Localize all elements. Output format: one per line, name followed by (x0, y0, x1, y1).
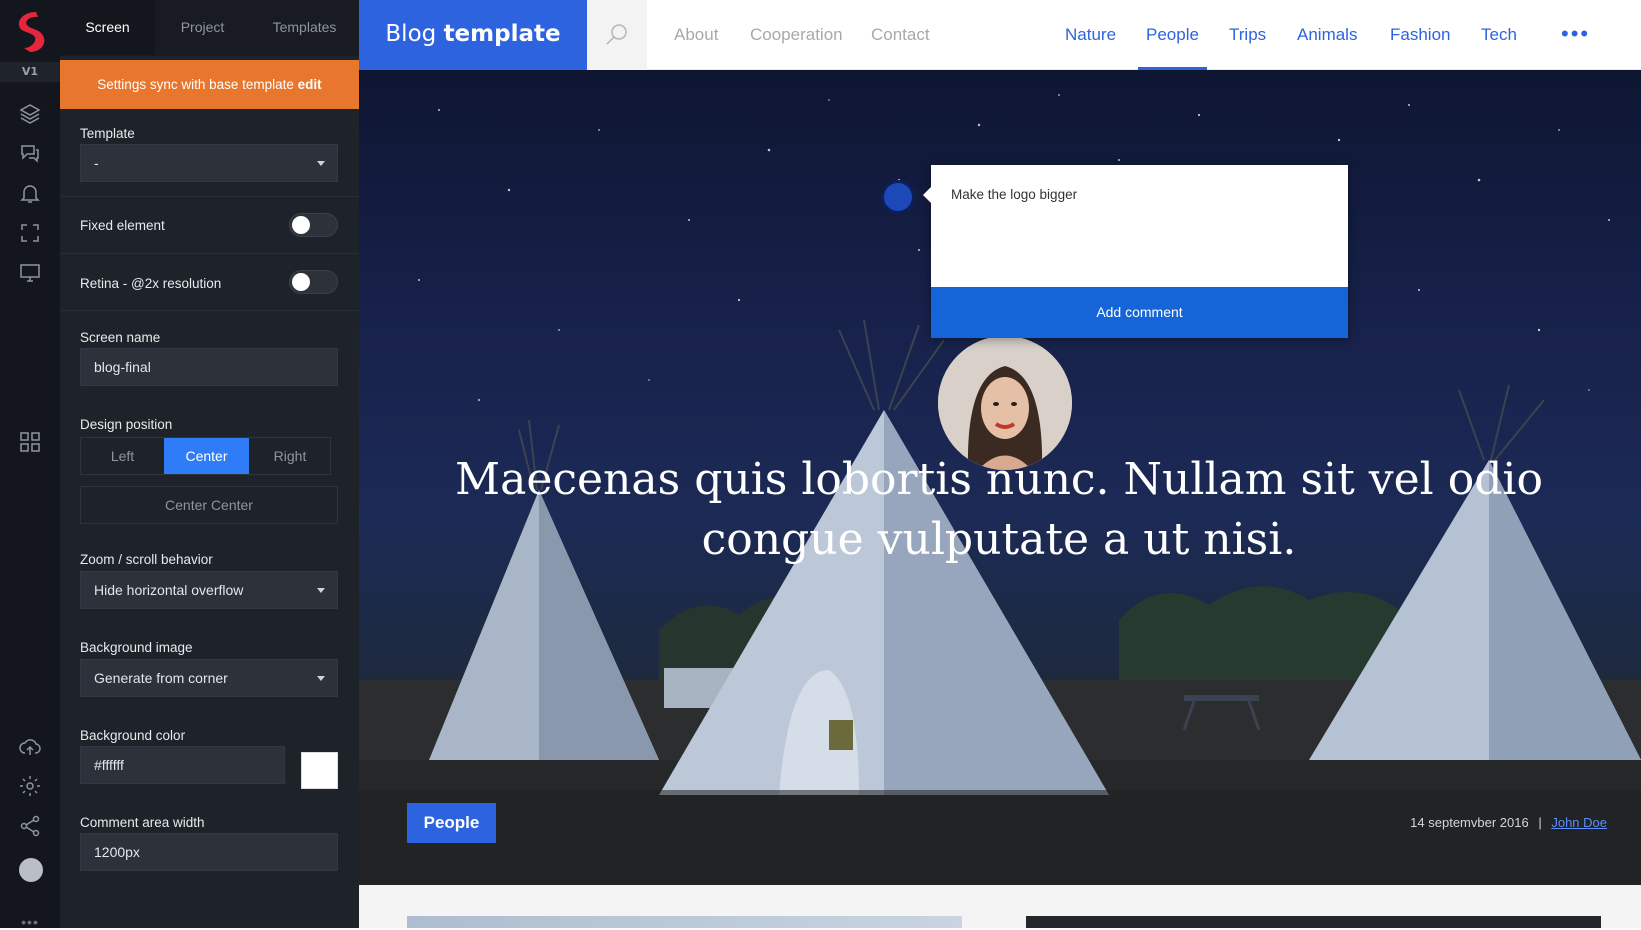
nav-trips[interactable]: Trips (1229, 0, 1266, 70)
sync-notice: Settings sync with base template edit (60, 60, 359, 109)
nav-people[interactable]: People (1138, 0, 1207, 70)
nav-cooperation[interactable]: Cooperation (750, 0, 843, 70)
hero-headline: Maecenas quis lobortis nunc. Nullam sit … (455, 454, 1543, 565)
position-left-button[interactable]: Left (81, 438, 164, 474)
tab-templates[interactable]: Templates (250, 0, 359, 55)
comment-pin[interactable] (881, 180, 915, 214)
design-canvas: Blog template About Cooperation Contact … (359, 0, 1641, 928)
version-badge: V1 (0, 62, 60, 82)
retina-label: Retina - @2x resolution (80, 276, 222, 291)
zoom-select[interactable]: Hide horizontal overflow (80, 571, 338, 609)
layers-icon[interactable] (18, 102, 42, 126)
comment-width-input[interactable]: 1200px (80, 833, 338, 871)
position-center-button[interactable]: Center (164, 438, 249, 474)
settings-icon[interactable] (18, 774, 42, 798)
screen-name-input[interactable]: blog-final (80, 348, 338, 386)
nav-contact[interactable]: Contact (871, 0, 930, 70)
post-meta: 14 septemvber 2016 | John Doe (1410, 815, 1607, 830)
chevron-down-icon (317, 676, 325, 681)
nav-animals[interactable]: Animals (1297, 0, 1357, 70)
monitor-icon[interactable] (18, 260, 42, 284)
background-image-select[interactable]: Generate from corner (80, 659, 338, 697)
brand-bold: template (443, 21, 561, 47)
site-brand[interactable]: Blog template (359, 0, 587, 70)
background-image-select-value: Generate from corner (94, 670, 228, 686)
divider (60, 196, 359, 197)
author-link[interactable]: John Doe (1551, 815, 1607, 830)
post-thumbnail[interactable] (407, 916, 962, 928)
nav-about[interactable]: About (674, 0, 718, 70)
nav-nature[interactable]: Nature (1065, 0, 1116, 70)
meta-separator: | (1538, 815, 1542, 830)
template-label: Template (80, 126, 135, 141)
divider (60, 253, 359, 254)
site-search-button[interactable] (587, 0, 647, 70)
nav-fashion[interactable]: Fashion (1390, 0, 1450, 70)
fixed-element-label: Fixed element (80, 218, 165, 233)
template-select-value: - (94, 155, 99, 171)
site-navbar: Blog template About Cooperation Contact … (359, 0, 1641, 70)
search-icon (606, 24, 627, 45)
nav-more-button[interactable]: ••• (1561, 23, 1590, 45)
screen-settings-panel: Screen Project Templates Settings sync w… (60, 0, 359, 928)
center-center-button[interactable]: Center Center (80, 486, 338, 524)
comment-width-label: Comment area width (80, 815, 205, 830)
comments-icon[interactable] (18, 141, 42, 165)
template-select[interactable]: - (80, 144, 338, 182)
background-color-input[interactable]: #ffffff (80, 746, 285, 784)
chevron-down-icon (317, 161, 325, 166)
screen-name-label: Screen name (80, 330, 161, 345)
zoom-select-value: Hide horizontal overflow (94, 582, 244, 598)
sync-notice-text: Settings sync with base template (97, 77, 294, 92)
category-tag[interactable]: People (407, 803, 496, 843)
bell-icon[interactable] (18, 181, 42, 205)
grid-icon[interactable] (18, 430, 42, 454)
comment-textarea[interactable]: Make the logo bigger (931, 165, 1348, 287)
tab-screen[interactable]: Screen (60, 0, 155, 55)
panel-tabs: Screen Project Templates (60, 0, 359, 56)
fixed-element-toggle[interactable] (289, 213, 338, 237)
comment-popup: Make the logo bigger Add comment (923, 165, 1348, 338)
color-swatch[interactable] (301, 752, 338, 789)
position-right-button[interactable]: Right (249, 438, 331, 474)
add-comment-button[interactable]: Add comment (931, 287, 1348, 338)
user-avatar[interactable] (19, 858, 43, 882)
sync-edit-link[interactable]: edit (298, 77, 322, 92)
brand-light: Blog (385, 21, 437, 47)
background-image-label: Background image (80, 640, 193, 655)
post-date: 14 septemvber 2016 (1410, 815, 1529, 830)
share-icon[interactable] (18, 814, 42, 838)
fullscreen-icon[interactable] (18, 221, 42, 245)
post-thumbnail[interactable] (1026, 916, 1601, 928)
divider (60, 310, 359, 311)
design-position-label: Design position (80, 417, 173, 432)
background-color-label: Background color (80, 728, 186, 743)
cloud-upload-icon[interactable] (18, 735, 42, 759)
chevron-down-icon (317, 588, 325, 593)
nav-tech[interactable]: Tech (1481, 0, 1517, 70)
design-position-segmented: Left Center Right (80, 437, 331, 475)
tab-project[interactable]: Project (155, 0, 250, 55)
zoom-label: Zoom / scroll behavior (80, 552, 213, 567)
icon-rail: V1 ••• (0, 0, 60, 930)
app-logo-icon[interactable] (10, 8, 50, 52)
retina-toggle[interactable] (289, 270, 338, 294)
